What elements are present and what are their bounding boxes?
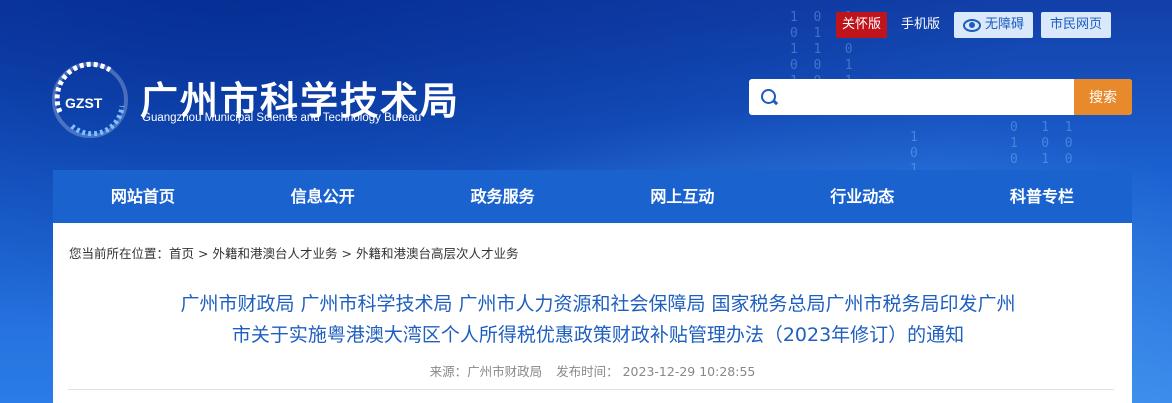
breadcrumb-prefix: 您当前所在位置： xyxy=(69,246,170,261)
top-links: 关怀版 手机版 无障碍 市民网页 xyxy=(836,12,1112,38)
breadcrumb-level2[interactable]: 外籍和港澳台高层次人才业务 xyxy=(356,246,519,261)
breadcrumb-level1[interactable]: 外籍和港澳台人才业务 xyxy=(212,246,337,261)
nav-item-gov-services[interactable]: 政务服务 xyxy=(413,170,593,223)
main-nav: 网站首页 信息公开 政务服务 网上互动 行业动态 科普专栏 xyxy=(53,170,1132,223)
breadcrumb: 您当前所在位置：首页 > 外籍和港澳台人才业务 > 外籍和港澳台高层次人才业务 xyxy=(69,243,518,262)
search-button[interactable]: 搜索 xyxy=(1074,79,1132,115)
article-meta: 来源：广州市财政局 发布时间： 2023-12-29 10:28:55 xyxy=(53,361,1132,380)
search-box: 搜索 xyxy=(749,79,1132,117)
breadcrumb-separator: > xyxy=(198,246,209,261)
care-mode-link[interactable]: 关怀版 xyxy=(836,12,888,38)
article-title-line2: 市关于实施粤港澳大湾区个人所得税优惠政策财政补贴管理办法（2023年修订）的通知 xyxy=(231,324,965,346)
content-panel: 您当前所在位置：首页 > 外籍和港澳台人才业务 > 外籍和港澳台高层次人才业务 … xyxy=(53,223,1132,403)
site-subtitle: Guangzhou Municipal Science and Technolo… xyxy=(142,112,422,124)
nav-item-science-popularization[interactable]: 科普专栏 xyxy=(952,170,1132,223)
search-input[interactable] xyxy=(783,79,1067,117)
mobile-version-link[interactable]: 手机版 xyxy=(895,12,946,38)
article-publish-time: 发布时间： 2023-12-29 10:28:55 xyxy=(556,364,756,379)
nav-item-home[interactable]: 网站首页 xyxy=(53,170,233,223)
article-source: 来源：广州市财政局 xyxy=(429,364,543,379)
nav-item-info-disclosure[interactable]: 信息公开 xyxy=(233,170,413,223)
citizen-page-link[interactable]: 市民网页 xyxy=(1041,12,1112,38)
nav-item-industry-news[interactable]: 行业动态 xyxy=(772,170,952,223)
breadcrumb-home[interactable]: 首页 xyxy=(169,246,194,261)
breadcrumb-separator: > xyxy=(341,246,352,261)
logo-text: GZST xyxy=(65,95,103,111)
nav-item-online-interaction[interactable]: 网上互动 xyxy=(592,170,772,223)
decorative-binary-pattern: 0 1 1 1 0 0 0 1 0 xyxy=(1010,120,1073,167)
accessibility-link[interactable]: 无障碍 xyxy=(954,12,1034,38)
article-title: 广州市财政局 广州市科学技术局 广州市人力资源和社会保障局 国家税务总局广州市税… xyxy=(108,289,1088,351)
gzst-logo-icon: GZST xyxy=(52,61,128,138)
search-icon xyxy=(761,89,776,104)
article-title-line1: 广州市财政局 广州市科学技术局 广州市人力资源和社会保障局 国家税务总局广州市税… xyxy=(180,293,1016,315)
divider xyxy=(68,389,1114,390)
eye-icon xyxy=(963,18,982,32)
accessibility-label: 无障碍 xyxy=(985,17,1025,32)
